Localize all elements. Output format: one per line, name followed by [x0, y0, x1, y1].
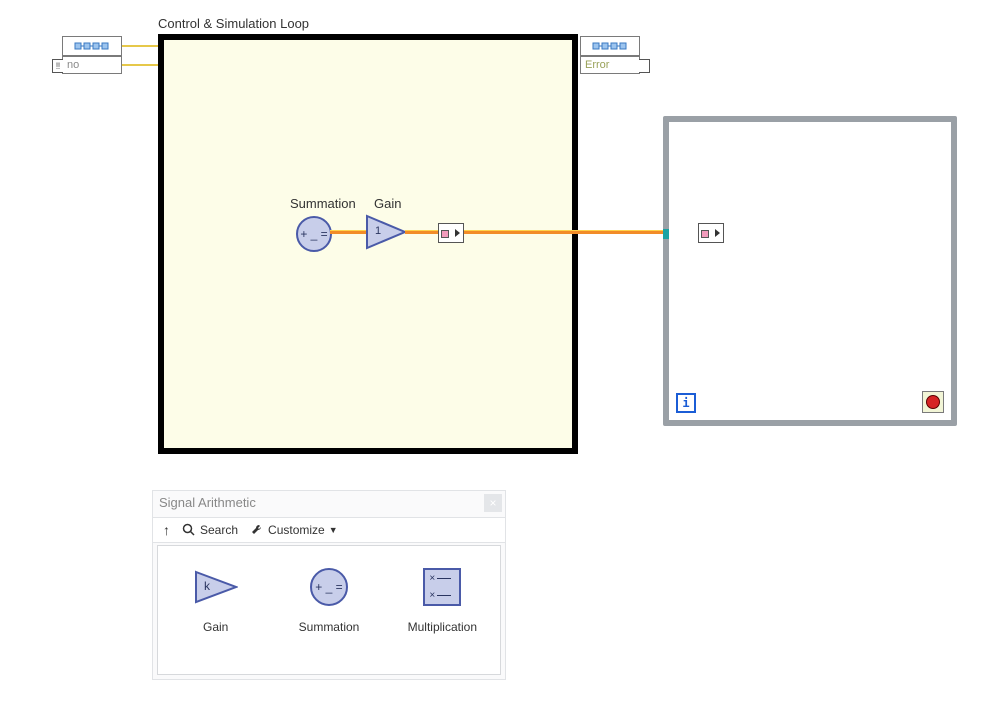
stop-icon — [926, 395, 940, 409]
terminal-arrow-icon: ‼ — [52, 59, 63, 73]
gain-node[interactable] — [365, 214, 407, 250]
wire — [122, 45, 158, 47]
palette-item-label: Multiplication — [407, 620, 478, 634]
indicator-terminal[interactable] — [698, 223, 724, 243]
svg-text:k: k — [204, 579, 211, 593]
sim-loop-output-error-terminal[interactable]: Error — [580, 56, 640, 74]
search-icon — [182, 523, 196, 537]
wire — [122, 64, 158, 66]
gain-value: 1 — [375, 225, 381, 237]
palette-customize-label: Customize — [268, 523, 325, 537]
palette-item-summation[interactable]: + _ = Summation — [293, 564, 364, 634]
while-loop[interactable]: i — [663, 116, 957, 426]
cluster-icon — [63, 37, 121, 55]
wire[interactable] — [330, 231, 366, 234]
block-diagram-canvas[interactable]: Control & Simulation Loop ‼ no Error — [0, 0, 999, 709]
palette-item-label: Summation — [293, 620, 364, 634]
palette-item-label: Gain — [180, 620, 251, 634]
chevron-down-icon: ▼ — [329, 525, 338, 535]
functions-palette[interactable]: Signal Arithmetic × ↑ Search Customize ▼ — [152, 490, 506, 680]
output-error-label: Error — [585, 59, 609, 71]
wire[interactable] — [405, 231, 439, 234]
multiplication-icon: × × — [407, 564, 478, 610]
summation-icon: + _ = — [293, 564, 364, 610]
loop-tunnel[interactable] — [663, 229, 669, 239]
palette-customize-button[interactable]: Customize ▼ — [250, 523, 338, 537]
palette-nav-up-button[interactable]: ↑ — [163, 522, 170, 538]
summation-node[interactable]: + _ = — [296, 216, 332, 252]
sim-loop-title: Control & Simulation Loop — [158, 16, 309, 31]
palette-close-button[interactable]: × — [484, 494, 502, 512]
wrench-icon — [250, 523, 264, 537]
terminal-arrow-icon — [639, 59, 650, 73]
input-error-label: no — [67, 59, 79, 71]
sim-loop-input-error-terminal[interactable]: ‼ no — [62, 56, 122, 74]
gain-icon: k — [180, 564, 251, 610]
sigma-icon: + _ = — [298, 218, 330, 250]
palette-search-label: Search — [200, 523, 238, 537]
cluster-icon — [581, 37, 639, 55]
palette-body: k Gain + _ = Summation × × Multiplicatio… — [157, 545, 501, 675]
palette-item-multiplication[interactable]: × × Multiplication — [407, 564, 478, 634]
gain-label[interactable]: Gain — [374, 196, 401, 211]
summation-label[interactable]: Summation — [290, 196, 356, 211]
close-icon: × — [489, 496, 496, 510]
palette-toolbar: ↑ Search Customize ▼ — [153, 517, 505, 543]
sim-loop-input-cluster[interactable] — [62, 36, 122, 56]
iteration-terminal[interactable]: i — [676, 393, 696, 413]
loop-condition-terminal[interactable] — [922, 391, 944, 413]
indicator-terminal[interactable] — [438, 223, 464, 243]
palette-item-gain[interactable]: k Gain — [180, 564, 251, 634]
sim-loop-output-cluster[interactable] — [580, 36, 640, 56]
palette-title: Signal Arithmetic — [159, 495, 256, 510]
palette-search-button[interactable]: Search — [182, 523, 238, 537]
